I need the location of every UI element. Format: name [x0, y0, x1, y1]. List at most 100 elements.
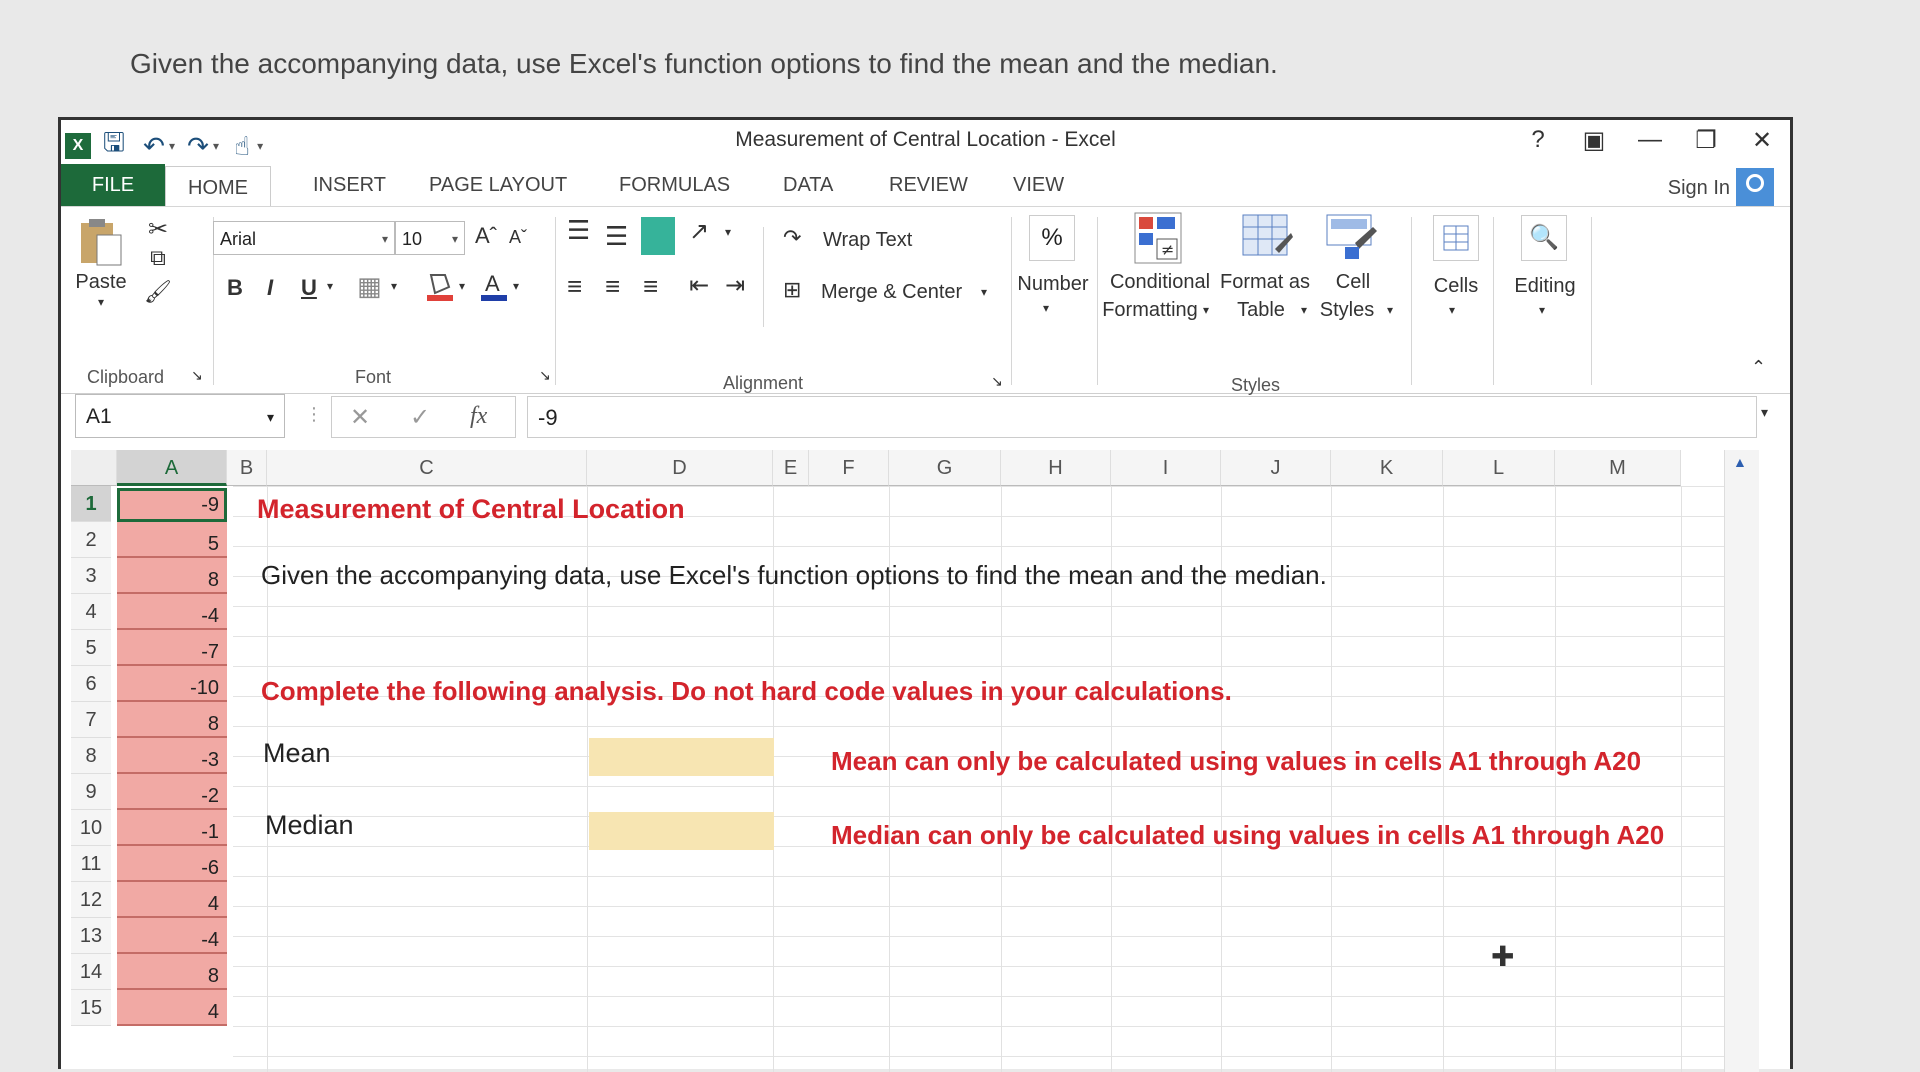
- font-color-dropdown-icon[interactable]: ▾: [513, 279, 519, 293]
- ribbon-display-options-icon[interactable]: ▣: [1580, 126, 1608, 155]
- formula-bar-grip-icon[interactable]: ⋮: [305, 404, 323, 425]
- conditional-dropdown-icon[interactable]: ▾: [1203, 303, 1209, 317]
- row-header[interactable]: 6: [71, 666, 111, 702]
- format-as-table-line1[interactable]: Format as: [1215, 271, 1315, 294]
- cell-a1[interactable]: -9: [117, 488, 227, 522]
- percent-icon[interactable]: %: [1029, 215, 1075, 261]
- tab-insert[interactable]: INSERT: [313, 164, 386, 206]
- column-header-d[interactable]: D: [587, 450, 773, 486]
- row-header[interactable]: 2: [71, 522, 111, 558]
- sign-in-label[interactable]: Sign In: [1668, 177, 1730, 200]
- column-header-k[interactable]: K: [1331, 450, 1443, 486]
- cells-dropdown-icon[interactable]: ▾: [1449, 303, 1455, 317]
- enter-icon[interactable]: ✓: [410, 403, 430, 432]
- tab-data[interactable]: DATA: [783, 164, 833, 206]
- align-bottom-icon[interactable]: [641, 217, 675, 255]
- align-top-icon[interactable]: ☰: [567, 215, 590, 246]
- increase-indent-icon[interactable]: ⇥: [725, 271, 745, 300]
- expand-formula-bar-icon[interactable]: ▾: [1761, 404, 1768, 421]
- row-header[interactable]: 12: [71, 882, 111, 918]
- merge-center-icon[interactable]: ⊞: [783, 277, 801, 303]
- italic-button[interactable]: I: [267, 275, 273, 301]
- select-all-corner[interactable]: [71, 450, 117, 486]
- column-header-b[interactable]: B: [227, 450, 267, 486]
- paste-icon[interactable]: [77, 217, 125, 269]
- column-header-a[interactable]: A: [117, 450, 227, 486]
- help-button[interactable]: ?: [1524, 126, 1552, 155]
- format-as-table-line2[interactable]: Table: [1211, 299, 1311, 322]
- underline-dropdown-icon[interactable]: ▾: [327, 279, 333, 293]
- cell-a10[interactable]: -1: [117, 810, 227, 846]
- cell-styles-icon[interactable]: [1325, 213, 1377, 265]
- column-header-g[interactable]: G: [889, 450, 1001, 486]
- binoculars-icon[interactable]: 🔍: [1521, 215, 1567, 261]
- cells-button[interactable]: Cells: [1421, 275, 1491, 298]
- median-input-cell[interactable]: [589, 812, 774, 850]
- cell-a15[interactable]: 4: [117, 990, 227, 1026]
- merge-center-button[interactable]: Merge & Center: [821, 281, 962, 304]
- row-header[interactable]: 3: [71, 558, 111, 594]
- row-header[interactable]: 15: [71, 990, 111, 1026]
- paste-button[interactable]: Paste: [71, 271, 131, 294]
- column-header-i[interactable]: I: [1111, 450, 1221, 486]
- chevron-down-icon[interactable]: ▾: [382, 222, 388, 256]
- row-header[interactable]: 4: [71, 594, 111, 630]
- name-box[interactable]: A1 ▾: [75, 394, 285, 438]
- tab-home[interactable]: HOME: [165, 166, 271, 209]
- avatar[interactable]: [1736, 168, 1774, 208]
- tab-review[interactable]: REVIEW: [889, 164, 968, 206]
- row-header[interactable]: 9: [71, 774, 111, 810]
- align-left-icon[interactable]: ≡: [567, 271, 582, 302]
- orientation-dropdown-icon[interactable]: ▾: [725, 225, 731, 239]
- tab-view[interactable]: VIEW: [1013, 164, 1064, 206]
- font-launcher-icon[interactable]: ↘: [539, 367, 551, 384]
- minimize-icon[interactable]: —: [1636, 126, 1664, 155]
- fill-color-icon[interactable]: [425, 269, 455, 303]
- insert-function-icon[interactable]: fx: [470, 403, 487, 430]
- cell-a6[interactable]: -10: [117, 666, 227, 702]
- scroll-up-icon[interactable]: ▲: [1733, 454, 1747, 470]
- conditional-formatting-icon[interactable]: ≠: [1133, 211, 1183, 267]
- formula-input[interactable]: -9: [527, 396, 1757, 438]
- font-color-icon[interactable]: A: [479, 269, 509, 303]
- align-right-icon[interactable]: ≡: [643, 271, 658, 302]
- row-header[interactable]: 14: [71, 954, 111, 990]
- row-header[interactable]: 5: [71, 630, 111, 666]
- close-icon[interactable]: ✕: [1748, 126, 1776, 155]
- cell-a14[interactable]: 8: [117, 954, 227, 990]
- wrap-text-button[interactable]: Wrap Text: [823, 229, 912, 252]
- restore-icon[interactable]: ❐: [1692, 126, 1720, 155]
- cell-a12[interactable]: 4: [117, 882, 227, 918]
- borders-icon[interactable]: ▦: [357, 271, 382, 302]
- fill-color-dropdown-icon[interactable]: ▾: [459, 279, 465, 293]
- decrease-indent-icon[interactable]: ⇤: [689, 271, 709, 300]
- paste-dropdown-icon[interactable]: ▾: [81, 295, 121, 309]
- cell-a5[interactable]: -7: [117, 630, 227, 666]
- tab-page-layout[interactable]: PAGE LAYOUT: [429, 164, 567, 206]
- cell-a2[interactable]: 5: [117, 522, 227, 558]
- cell-a9[interactable]: -2: [117, 774, 227, 810]
- collapse-ribbon-icon[interactable]: ⌃: [1751, 357, 1766, 378]
- cell-styles-dropdown-icon[interactable]: ▾: [1387, 303, 1393, 317]
- number-button[interactable]: Number: [1013, 273, 1093, 296]
- cell-a8[interactable]: -3: [117, 738, 227, 774]
- number-dropdown-icon[interactable]: ▾: [1043, 301, 1049, 315]
- font-name-combo[interactable]: Arial ▾: [213, 221, 395, 255]
- chevron-down-icon[interactable]: ▾: [267, 395, 274, 439]
- column-header-j[interactable]: J: [1221, 450, 1331, 486]
- column-header-l[interactable]: L: [1443, 450, 1555, 486]
- column-header-c[interactable]: C: [267, 450, 587, 486]
- align-middle-icon[interactable]: ☰: [605, 221, 628, 252]
- row-header[interactable]: 1: [71, 486, 111, 522]
- copy-icon[interactable]: ⧉: [143, 245, 173, 271]
- cells-icon[interactable]: [1433, 215, 1479, 261]
- cell-a13[interactable]: -4: [117, 918, 227, 954]
- wrap-text-icon[interactable]: ↷: [783, 225, 801, 251]
- cell-a7[interactable]: 8: [117, 702, 227, 738]
- vertical-scrollbar[interactable]: ▲: [1724, 450, 1759, 1072]
- merge-dropdown-icon[interactable]: ▾: [981, 285, 987, 299]
- column-header-h[interactable]: H: [1001, 450, 1111, 486]
- mean-input-cell[interactable]: [589, 738, 774, 776]
- cell-styles-line1[interactable]: Cell: [1313, 271, 1393, 294]
- cell-a4[interactable]: -4: [117, 594, 227, 630]
